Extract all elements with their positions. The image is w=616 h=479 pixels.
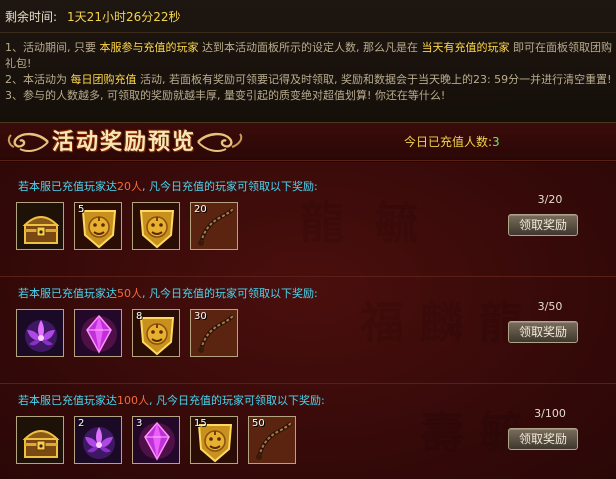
reward-item[interactable]: 3 xyxy=(132,416,180,464)
claim-reward-button[interactable]: 领取奖励 xyxy=(508,214,578,236)
background-calligraphy: 福 麟 龍 xyxy=(360,298,523,349)
tier-progress: 3/100 xyxy=(534,407,566,420)
item-quantity: 20 xyxy=(194,204,207,215)
activity-info-panel: 剩余时间: 1天21小时26分22秒 1、活动期间, 只要 本服参与充值的玩家 达… xyxy=(0,0,616,123)
claim-reward-button[interactable]: 领取奖励 xyxy=(508,321,578,343)
claim-reward-button[interactable]: 领取奖励 xyxy=(508,428,578,450)
scroll-ornament-left-icon xyxy=(7,132,49,152)
reward-item[interactable] xyxy=(16,416,64,464)
divider xyxy=(0,32,616,33)
item-quantity: 50 xyxy=(252,418,265,429)
rule-2: 2、本活动为 每日团购充值 活动, 若面板有奖励可领要记得及时领取, 奖励和数据… xyxy=(5,73,612,86)
reward-item[interactable]: 5 xyxy=(74,202,122,250)
rule-3: 3、参与的人数越多, 可领取的奖励就越丰厚, 量变引起的质变绝对超值划算! 你还… xyxy=(5,89,446,102)
recharge-count-label: 今日已充值人数: xyxy=(404,135,493,149)
reward-item[interactable] xyxy=(74,309,122,357)
tier-condition: 若本服已充值玩家达50人, 凡今日充值的玩家可领取以下奖励: xyxy=(18,287,318,300)
tier-target: 50人 xyxy=(117,287,142,300)
item-quantity: 8 xyxy=(136,311,143,322)
scroll-ornament-right-icon xyxy=(197,132,243,152)
reward-item[interactable] xyxy=(16,309,64,357)
recharge-count: 今日已充值人数:3 xyxy=(404,134,500,150)
tier-target: 100人 xyxy=(117,394,149,407)
item-quantity: 2 xyxy=(78,418,85,429)
reward-item[interactable] xyxy=(16,202,64,250)
reward-item[interactable]: 20 xyxy=(190,202,238,250)
reward-list: 龍 毓 福 麟 龍 壽 毓 若本服已充值玩家达20人, 凡今日充值的玩家可领取以… xyxy=(0,162,616,479)
reward-item[interactable]: 50 xyxy=(248,416,296,464)
tier-divider xyxy=(0,383,616,384)
reward-item[interactable]: 8 xyxy=(132,309,180,357)
reward-preview-header: 活动奖励预览 今日已充值人数:3 xyxy=(0,123,616,161)
item-quantity: 15 xyxy=(194,418,207,429)
reward-item[interactable]: 15 xyxy=(190,416,238,464)
remaining-time-value: 1天21小时26分22秒 xyxy=(67,10,181,24)
background-calligraphy: 龍 毓 xyxy=(300,198,419,249)
remaining-time-label: 剩余时间: xyxy=(5,10,58,24)
rules-text: 1、活动期间, 只要 本服参与充值的玩家 达到本活动面板所示的设定人数, 那么凡… xyxy=(5,40,613,104)
reward-item[interactable] xyxy=(132,202,180,250)
tier-progress: 3/50 xyxy=(537,300,563,313)
tier-target: 20人 xyxy=(117,180,142,193)
reward-preview-title: 活动奖励预览 xyxy=(52,129,197,155)
item-quantity: 5 xyxy=(78,204,85,215)
tier-progress: 3/20 xyxy=(537,193,563,206)
remaining-time: 剩余时间: 1天21小时26分22秒 xyxy=(5,9,181,25)
recharge-count-value: 3 xyxy=(492,135,500,149)
reward-item[interactable]: 2 xyxy=(74,416,122,464)
tier-condition: 若本服已充值玩家达100人, 凡今日充值的玩家可领取以下奖励: xyxy=(18,394,325,407)
tier-condition: 若本服已充值玩家达20人, 凡今日充值的玩家可领取以下奖励: xyxy=(18,180,318,193)
item-quantity: 3 xyxy=(136,418,143,429)
item-quantity: 30 xyxy=(194,311,207,322)
tier-divider xyxy=(0,276,616,277)
rule-1: 1、活动期间, 只要 本服参与充值的玩家 达到本活动面板所示的设定人数, 那么凡… xyxy=(5,41,612,70)
reward-item[interactable]: 30 xyxy=(190,309,238,357)
